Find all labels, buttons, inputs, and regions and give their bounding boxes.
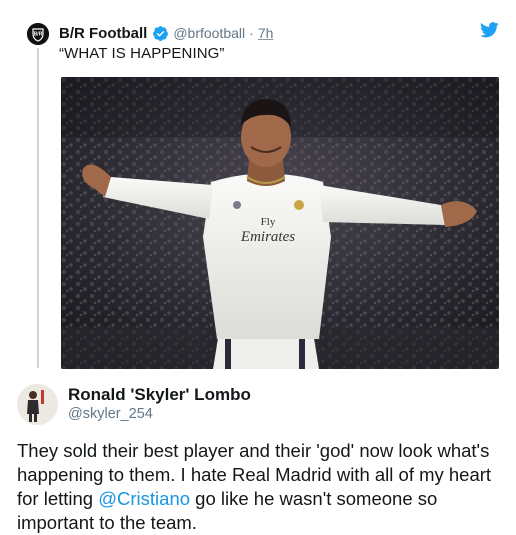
separator-dot: · — [249, 25, 254, 41]
br-football-logo-icon[interactable]: B/R — [27, 23, 49, 45]
br-logo-glyph: B/R — [27, 23, 49, 45]
reply-author-avatar[interactable] — [17, 384, 58, 425]
reply-tweet[interactable]: Ronald 'Skyler' Lombo @skyler_254 They s… — [0, 378, 516, 535]
tweet-text: “WHAT IS HAPPENING” — [59, 45, 225, 62]
reply-author-name[interactable]: Ronald 'Skyler' Lombo — [68, 385, 251, 405]
avatar-photo — [17, 384, 58, 425]
verified-badge-icon — [152, 25, 169, 42]
author-handle[interactable]: @brfootball — [173, 25, 245, 41]
tweet-timestamp[interactable]: 7h — [258, 25, 274, 41]
thread-connector-line — [37, 48, 39, 368]
player-photo: Fly Emirates — [61, 77, 499, 369]
author-name[interactable]: B/R Football — [59, 25, 147, 42]
shirt-sponsor-line-1: Fly — [261, 216, 276, 228]
reply-tweet-text: They sold their best player and their 'g… — [17, 439, 492, 535]
tweet-media-photo[interactable]: Fly Emirates — [61, 77, 499, 369]
reply-author-handle[interactable]: @skyler_254 — [68, 406, 153, 422]
mention-link[interactable]: @Cristiano — [98, 488, 190, 509]
twitter-bird-icon[interactable] — [480, 22, 499, 38]
shirt-sponsor-line-2: Emirates — [240, 229, 295, 245]
parent-tweet[interactable]: B/R B/R Football @brfootball · 7h “WHAT … — [0, 0, 516, 370]
svg-text:B/R: B/R — [34, 32, 43, 38]
parent-tweet-header: B/R Football @brfootball · 7h — [59, 23, 273, 43]
